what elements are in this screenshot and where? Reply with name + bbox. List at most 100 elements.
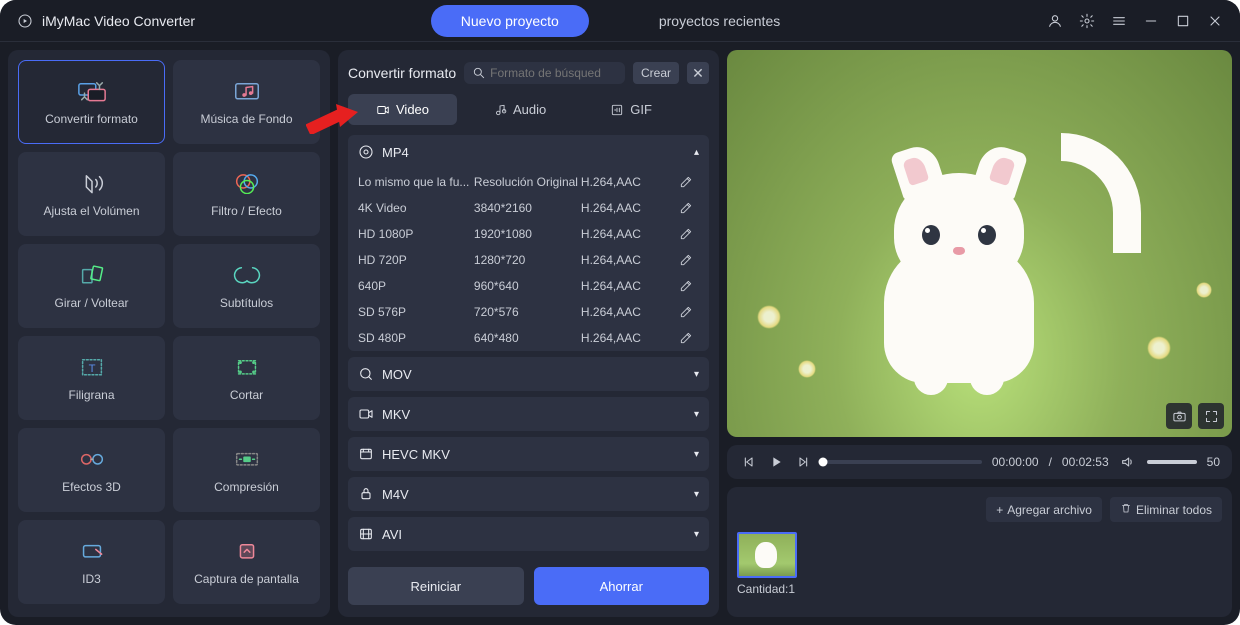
panel-title: Convertir formato xyxy=(348,65,456,81)
create-button[interactable]: Crear xyxy=(633,62,679,84)
format-row[interactable]: HD 720P1280*720H.264,AAC xyxy=(348,247,709,273)
format-row[interactable]: Lo mismo que la fu...Resolución Original… xyxy=(348,169,709,195)
preset-name: HD 1080P xyxy=(358,227,474,241)
preset-resolution: 640*480 xyxy=(474,331,581,345)
format-group-avi: AVI▾ xyxy=(348,517,709,551)
queue-count: Cantidad:1 xyxy=(737,582,797,596)
format-group-header[interactable]: AVI▾ xyxy=(348,517,709,551)
preset-name: 4K Video xyxy=(358,201,474,215)
playbar: 00:00:00 / 00:02:53 50 xyxy=(727,445,1232,479)
sidebar-item-label: Captura de pantalla xyxy=(194,572,299,586)
chevron-down-icon: ▾ xyxy=(694,409,699,420)
format-group-header[interactable]: MP4 ▴ xyxy=(348,135,709,169)
sidebar-item-label: Filigrana xyxy=(68,388,114,402)
3d-icon xyxy=(77,446,107,472)
format-search[interactable] xyxy=(464,62,625,84)
edit-preset-icon[interactable] xyxy=(679,175,693,189)
sidebar-item-label: ID3 xyxy=(82,572,101,586)
sidebar-item-filter-effect[interactable]: Filtro / Efecto xyxy=(173,152,320,236)
next-icon[interactable] xyxy=(795,453,813,471)
tab-label: Audio xyxy=(513,102,546,117)
preset-codec: H.264,AAC xyxy=(581,253,679,267)
sidebar-item-subtitles[interactable]: Subtítulos xyxy=(173,244,320,328)
video-preview[interactable] xyxy=(727,50,1232,437)
queue-thumbnail[interactable] xyxy=(737,532,797,578)
gear-icon[interactable] xyxy=(1078,12,1096,30)
format-row[interactable]: 4K Video3840*2160H.264,AAC xyxy=(348,195,709,221)
format-group-name: MP4 xyxy=(382,145,409,160)
sidebar-item-rotate-flip[interactable]: Girar / Voltear xyxy=(18,244,165,328)
volume-slider[interactable] xyxy=(1147,460,1197,464)
chevron-up-icon: ▴ xyxy=(694,147,699,158)
reset-button[interactable]: Reiniciar xyxy=(348,567,524,605)
preview-image xyxy=(727,50,1232,437)
preset-codec: H.264,AAC xyxy=(581,201,679,215)
format-row[interactable]: SD 576P720*576H.264,AAC xyxy=(348,299,709,325)
sidebar-item-label: Subtítulos xyxy=(220,296,273,310)
edit-preset-icon[interactable] xyxy=(679,201,693,215)
play-icon[interactable] xyxy=(767,453,785,471)
format-group-header[interactable]: MKV▾ xyxy=(348,397,709,431)
tab-audio[interactable]: Audio xyxy=(465,94,574,125)
progress-slider[interactable] xyxy=(823,460,982,464)
format-group-header[interactable]: HEVC MKV▾ xyxy=(348,437,709,471)
preset-resolution: Resolución Original xyxy=(474,175,581,189)
edit-preset-icon[interactable] xyxy=(679,305,693,319)
format-search-input[interactable] xyxy=(490,66,617,80)
format-list: MP4 ▴ Lo mismo que la fu...Resolución Or… xyxy=(348,135,709,557)
right-pane: 00:00:00 / 00:02:53 50 +Agregar archivo … xyxy=(727,50,1232,617)
format-row[interactable]: HD 1080P1920*1080H.264,AAC xyxy=(348,221,709,247)
format-row[interactable]: SD 480P640*480H.264,AAC xyxy=(348,325,709,351)
clear-all-button[interactable]: Eliminar todos xyxy=(1110,497,1222,522)
volume-icon xyxy=(77,170,107,196)
format-group-header[interactable]: MOV▾ xyxy=(348,357,709,391)
preset-name: Lo mismo que la fu... xyxy=(358,175,474,189)
sidebar-item-cut[interactable]: Cortar xyxy=(173,336,320,420)
sidebar-item-screenshot[interactable]: Captura de pantalla xyxy=(173,520,320,604)
tab-label: GIF xyxy=(630,102,652,117)
recent-projects-button[interactable]: proyectos recientes xyxy=(629,5,810,37)
snapshot-icon[interactable] xyxy=(1166,403,1192,429)
edit-preset-icon[interactable] xyxy=(679,227,693,241)
minimize-icon[interactable] xyxy=(1142,12,1160,30)
add-file-button[interactable]: +Agregar archivo xyxy=(986,497,1102,522)
preset-resolution: 1920*1080 xyxy=(474,227,581,241)
watermark-icon: T xyxy=(77,354,107,380)
sidebar-item-id3[interactable]: ID3 xyxy=(18,520,165,604)
prev-icon[interactable] xyxy=(739,453,757,471)
app-name: iMyMac Video Converter xyxy=(16,12,195,30)
preset-resolution: 1280*720 xyxy=(474,253,581,267)
cut-icon xyxy=(232,354,262,380)
preset-name: SD 480P xyxy=(358,331,474,345)
format-row[interactable]: 640P960*640H.264,AAC xyxy=(348,273,709,299)
sidebar-item-3d-effects[interactable]: Efectos 3D xyxy=(18,428,165,512)
save-button[interactable]: Ahorrar xyxy=(534,567,710,605)
tab-gif[interactable]: GIF xyxy=(582,94,680,125)
sidebar-item-background-music[interactable]: Música de Fondo xyxy=(173,60,320,144)
plus-icon: + xyxy=(996,503,1003,517)
tab-video[interactable]: Video xyxy=(348,94,457,125)
close-window-icon[interactable] xyxy=(1206,12,1224,30)
maximize-icon[interactable] xyxy=(1174,12,1192,30)
screenshot-icon xyxy=(232,538,262,564)
volume-value: 50 xyxy=(1207,455,1220,469)
music-icon xyxy=(232,78,262,104)
close-panel-icon[interactable]: ✕ xyxy=(687,62,709,84)
volume-icon[interactable] xyxy=(1119,453,1137,471)
sidebar-item-compression[interactable]: Compresión xyxy=(173,428,320,512)
format-group-name: HEVC MKV xyxy=(382,447,450,462)
new-project-button[interactable]: Nuevo proyecto xyxy=(431,5,589,37)
user-icon[interactable] xyxy=(1046,12,1064,30)
format-group-header[interactable]: M4V▾ xyxy=(348,477,709,511)
sidebar-item-adjust-volume[interactable]: Ajusta el Volúmen xyxy=(18,152,165,236)
edit-preset-icon[interactable] xyxy=(679,253,693,267)
preset-name: HD 720P xyxy=(358,253,474,267)
sidebar-item-convert-format[interactable]: Convertir formato xyxy=(18,60,165,144)
sidebar-item-watermark[interactable]: T Filigrana xyxy=(18,336,165,420)
edit-preset-icon[interactable] xyxy=(679,279,693,293)
sidebar-item-label: Cortar xyxy=(230,388,263,402)
menu-icon[interactable] xyxy=(1110,12,1128,30)
format-group-name: MOV xyxy=(382,367,412,382)
fullscreen-icon[interactable] xyxy=(1198,403,1224,429)
edit-preset-icon[interactable] xyxy=(679,331,693,345)
